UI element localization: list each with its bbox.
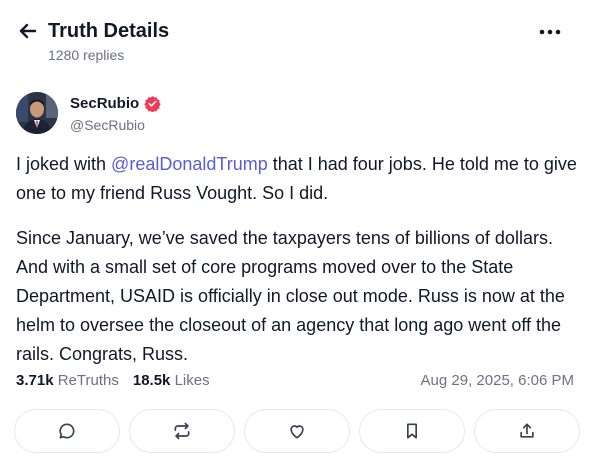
post-body: I joked with @realDonaldTrump that I had… xyxy=(16,150,581,385)
retruths-label: ReTruths xyxy=(57,372,119,389)
like-button[interactable] xyxy=(244,409,350,453)
likes-count: 18.5k xyxy=(132,372,171,389)
author-row: SecRubio xyxy=(70,95,161,112)
verified-badge-icon xyxy=(144,96,161,112)
likes-label: Likes xyxy=(174,372,210,389)
mention-link[interactable]: @realDonaldTrump xyxy=(111,154,268,174)
replies-count: 1280 replies xyxy=(48,47,125,63)
likes-stat[interactable]: 18.5k Likes xyxy=(133,372,210,389)
retruths-stat[interactable]: 3.71k ReTruths xyxy=(16,372,119,389)
page-title: Truth Details xyxy=(48,20,170,42)
comment-icon xyxy=(59,423,75,439)
reply-button[interactable] xyxy=(14,409,120,453)
more-options-icon[interactable] xyxy=(536,22,564,42)
post-paragraph: I joked with @realDonaldTrump that I had… xyxy=(16,150,581,208)
share-icon xyxy=(520,423,534,438)
post-stats: 3.71k ReTruths 18.5k Likes xyxy=(16,372,210,389)
author-handle: @SecRubio xyxy=(70,117,145,133)
top-bar: Truth Details 1280 replies xyxy=(0,0,591,72)
share-button[interactable] xyxy=(474,409,580,453)
bookmark-button[interactable] xyxy=(359,409,465,453)
back-arrow-icon[interactable] xyxy=(16,19,40,43)
post-paragraph: Since January, we’ve saved the taxpayers… xyxy=(16,228,565,364)
post-text-prefix: I joked with xyxy=(16,154,112,174)
avatar[interactable] xyxy=(16,92,58,134)
retruths-count: 3.71k xyxy=(16,372,54,389)
action-bar xyxy=(14,409,580,453)
bookmark-icon xyxy=(407,423,417,439)
repost-icon xyxy=(174,422,190,440)
retruth-button[interactable] xyxy=(129,409,235,453)
heart-icon xyxy=(290,425,304,439)
post-timestamp: Aug 29, 2025, 6:06 PM xyxy=(420,372,574,389)
author-name[interactable]: SecRubio xyxy=(70,95,139,112)
